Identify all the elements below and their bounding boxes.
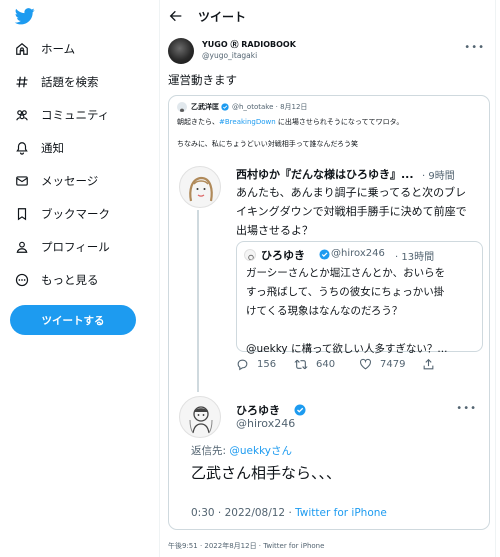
reply-text: 乙武さん相手なら、、、 (191, 464, 342, 482)
author-handle[interactable]: @yugo_itagaki (202, 51, 257, 60)
page-title: ツイート (198, 10, 247, 24)
nav-messages[interactable]: メッセージ (14, 170, 98, 192)
verified-icon (294, 404, 306, 416)
reply-author-handle[interactable]: @hirox246 (236, 417, 295, 430)
reply-icon (237, 359, 248, 371)
tweet-actions: 156 640 7479 (236, 358, 476, 376)
sidebar: ホーム 話題を検索 コミュニティ 通知 メッセージ ブックマーク プロフィール … (0, 0, 160, 557)
share-icon (423, 358, 434, 370)
bookmark-icon (14, 206, 30, 222)
home-icon (14, 41, 30, 57)
inner-hiroyuki-name: ひろゆき (261, 249, 305, 262)
nav-home[interactable]: ホーム (14, 38, 75, 60)
like-action[interactable]: 7479 (359, 358, 405, 371)
reply-target-link[interactable]: @uekkyさん (229, 445, 292, 457)
inner-quoted-tweet-card[interactable]: ひろゆき @hirox246 · 13時間 ガーシーさんとか堀江さんとか、おいら… (236, 241, 483, 355)
twitter-bird-icon[interactable] (14, 6, 36, 26)
nav-notifications-label: 通知 (41, 141, 64, 155)
share-action[interactable] (422, 358, 443, 371)
retweet-count: 640 (316, 359, 336, 370)
like-icon (360, 358, 371, 370)
retweet-action[interactable]: 640 (294, 358, 335, 371)
nishimura-avatar[interactable] (179, 166, 221, 208)
nishimura-text: あんたも、あんまり調子に乗ってると次のブレ イキングダウンで対戦相手勝手に決めて… (236, 186, 467, 237)
bell-icon (14, 140, 30, 156)
main-column: ツイート YUGO Ⓡ RADIOBOOK @yugo_itagaki ••• … (160, 0, 496, 557)
nav-notifications[interactable]: 通知 (14, 137, 64, 159)
inner-hiroyuki-time: · 13時間 (395, 252, 435, 263)
hashtag-icon (14, 74, 30, 90)
tweet-timestamp: 午後9:51 · 2022年8月12日 · Twitter for iPhone (168, 542, 325, 550)
hiroyuki-small-avatar (244, 249, 256, 261)
author-name[interactable]: YUGO Ⓡ RADIOBOOK (202, 39, 296, 50)
hashtag-link[interactable]: #BreakingDown (219, 118, 276, 126)
mail-icon (14, 173, 30, 189)
retweet-icon (294, 359, 308, 370)
nav-profile-label: プロフィール (41, 240, 110, 254)
reply-to-line: 返信先: @uekkyさん (191, 445, 293, 457)
nav-communities[interactable]: コミュニティ (14, 104, 109, 126)
reply-count: 156 (257, 359, 277, 370)
more-circle-icon (14, 272, 30, 288)
nav-profile[interactable]: プロフィール (14, 236, 110, 258)
person-icon (14, 239, 30, 255)
like-count: 7479 (380, 359, 406, 370)
communities-icon (14, 107, 30, 123)
nav-more[interactable]: もっと見る (14, 269, 99, 291)
back-arrow-icon[interactable] (168, 8, 184, 24)
more-dots-icon[interactable]: ••• (456, 403, 477, 414)
quoted-name: 乙武洋匡 (191, 103, 219, 111)
verified-icon (221, 103, 229, 111)
author-avatar[interactable] (168, 38, 194, 64)
page-header: ツイート (160, 0, 496, 32)
reply-client-link[interactable]: Twitter for iPhone (295, 507, 387, 519)
reply-author-name[interactable]: ひろゆき (236, 402, 280, 418)
quoted-line-2: ちなみに、私にちょうどいい対戦相手って誰なんだろう笑 (177, 140, 359, 148)
nav-explore-label: 話題を検索 (41, 75, 99, 89)
quoted-line-1: 朝起きたら、#BreakingDown に出場させられそうになっててワロタ。 (177, 118, 404, 126)
nav-explore[interactable]: 話題を検索 (14, 71, 99, 93)
nav-home-label: ホーム (41, 42, 76, 56)
tweet-button[interactable]: ツイートする (10, 305, 136, 335)
nav-messages-label: メッセージ (41, 174, 99, 188)
nav-bookmarks-label: ブックマーク (41, 207, 110, 221)
inner-hiroyuki-handle: @hirox246 (331, 248, 385, 259)
more-dots-icon[interactable]: ••• (464, 42, 485, 53)
quoted-avatar (177, 102, 187, 112)
nav-more-label: もっと見る (41, 273, 99, 287)
quoted-handle-time: @h_ototake · 8月12日 (232, 103, 308, 111)
reply-action[interactable]: 156 (236, 358, 276, 371)
nishimura-time: · 9時間 (422, 171, 455, 182)
tweet-text: 運営動きます (168, 73, 237, 87)
hiroyuki-avatar[interactable] (179, 396, 221, 438)
quoted-header: 乙武洋匡 @h_ototake · 8月12日 (191, 102, 307, 112)
nishimura-name[interactable]: 西村ゆか『だんな様はひろゆき』... (236, 166, 414, 182)
verified-icon (319, 249, 330, 260)
quoted-tweet-card[interactable]: 乙武洋匡 @h_ototake · 8月12日 朝起きたら、#BreakingD… (168, 95, 490, 530)
nav-communities-label: コミュニティ (41, 108, 110, 122)
nav-bookmarks[interactable]: ブックマーク (14, 203, 110, 225)
inner-hiroyuki-text: ガーシーさんとか堀江さんとか、おいらを すっ飛ばして、うちの彼女にちょっかい掛 … (246, 267, 448, 355)
reply-meta: 0:30 · 2022/08/12 · Twitter for iPhone (191, 507, 387, 519)
thread-connector (197, 210, 199, 392)
